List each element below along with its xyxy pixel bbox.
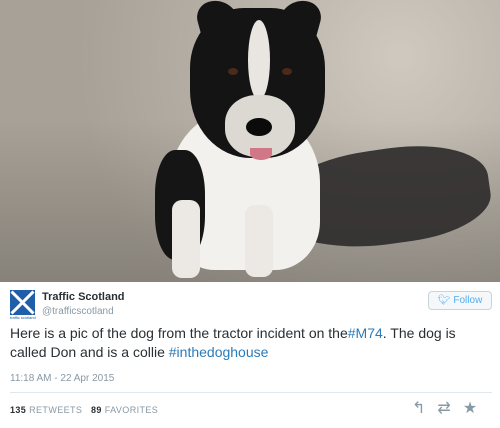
dog-figure <box>150 0 350 282</box>
avatar-caption: traffic scotland <box>10 315 36 320</box>
follow-button[interactable]: 🐦︎ Follow <box>428 291 492 310</box>
retweets-label[interactable]: RETWEETS <box>29 405 82 415</box>
author-name[interactable]: Traffic Scotland <box>42 291 125 303</box>
follow-label: Follow <box>453 295 483 306</box>
dog-leg-right <box>245 205 273 277</box>
tweet-timestamp[interactable]: 11:18 AM - 22 Apr 2015 <box>10 373 114 384</box>
divider <box>10 392 492 393</box>
star-icon[interactable]: ★ <box>463 400 477 418</box>
hashtag-link[interactable]: #inthedoghouse <box>169 344 269 360</box>
dog-nose <box>246 118 272 136</box>
dog-eye-right <box>282 68 292 75</box>
author-handle[interactable]: @trafficscotland <box>42 306 114 317</box>
hashtag-link[interactable]: #M74 <box>348 325 383 341</box>
favorites-label[interactable]: FAVORITES <box>105 405 158 415</box>
tweet-text-part: Here is a pic of the dog from the tracto… <box>10 325 348 341</box>
tweet-card: traffic scotland Traffic Scotland @traff… <box>0 282 500 428</box>
tweet-stats: 135 RETWEETS 89 FAVORITES <box>10 405 158 415</box>
twitter-bird-icon: 🐦︎ <box>437 295 451 306</box>
dog-blaze <box>248 20 270 100</box>
dog-eye-left <box>228 68 238 75</box>
dog-tongue <box>250 148 272 160</box>
retweets-count[interactable]: 135 <box>10 405 26 415</box>
favorites-count[interactable]: 89 <box>91 405 102 415</box>
tweet-actions: ↰ ⇄ ★ <box>412 400 477 418</box>
dog-leg-left <box>172 200 200 278</box>
tweet-photo[interactable] <box>0 0 500 282</box>
saltire-flag-icon[interactable] <box>10 290 35 315</box>
reply-icon[interactable]: ↰ <box>412 400 425 418</box>
retweet-icon[interactable]: ⇄ <box>437 400 450 418</box>
tweet-text: Here is a pic of the dog from the tracto… <box>10 324 492 362</box>
